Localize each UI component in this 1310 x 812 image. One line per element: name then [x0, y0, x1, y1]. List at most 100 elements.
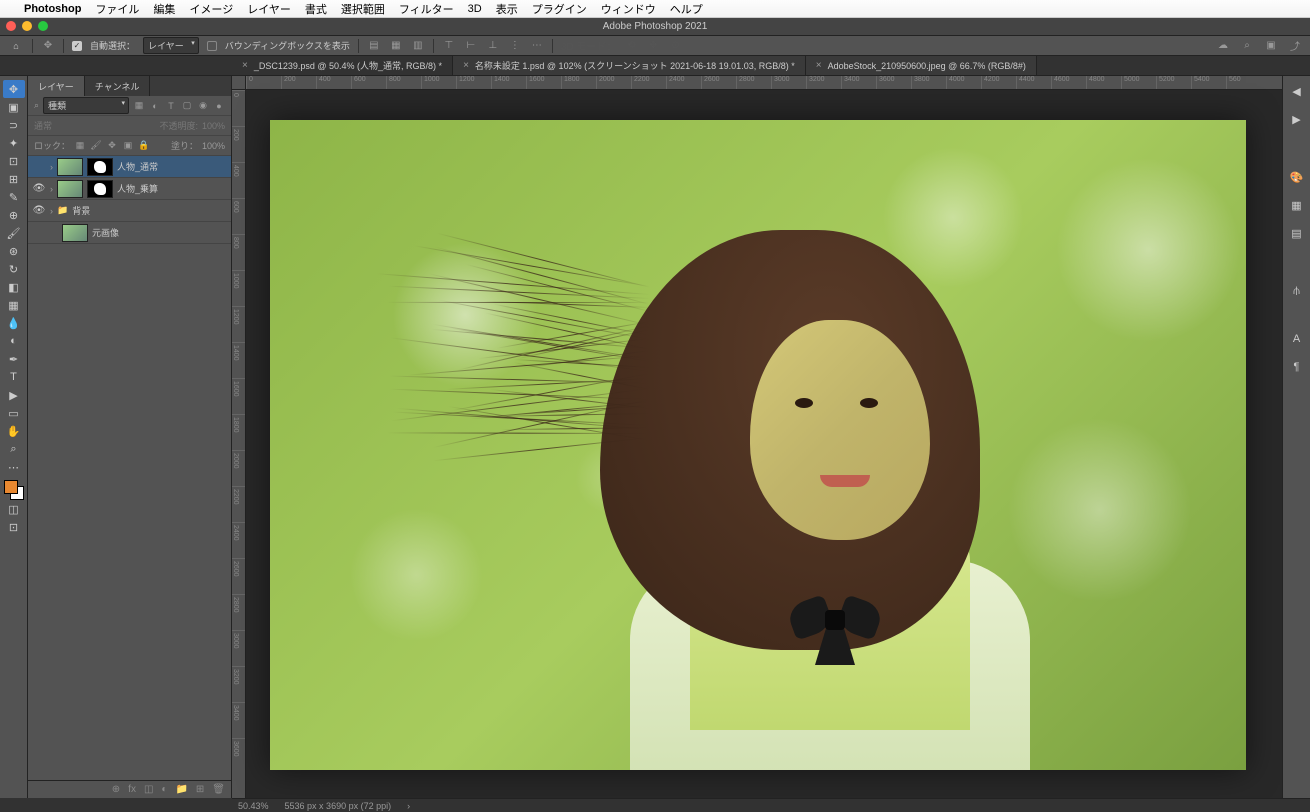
layer-name[interactable]: 元画像: [92, 226, 227, 239]
vertical-ruler[interactable]: 0200400600800100012001400160018002000220…: [232, 90, 246, 798]
auto-select-dropdown[interactable]: レイヤー: [143, 37, 199, 54]
layer-thumbnail[interactable]: [57, 180, 83, 198]
document-tab[interactable]: × AdobeStock_210950600.jpeg @ 66.7% (RGB…: [806, 56, 1037, 75]
more-options-icon[interactable]: ⋯: [530, 39, 544, 53]
play-icon[interactable]: ▶: [1288, 110, 1306, 128]
menu-filter[interactable]: フィルター: [399, 1, 454, 17]
swatches-panel-icon[interactable]: ▦: [1288, 196, 1306, 214]
menu-image[interactable]: イメージ: [189, 1, 233, 17]
move-tool-icon[interactable]: ✥: [41, 39, 55, 53]
adjustment-layer-icon[interactable]: ◐: [161, 784, 167, 795]
opacity-value[interactable]: 100%: [202, 121, 225, 131]
color-swatches[interactable]: [4, 480, 24, 500]
align-top-icon[interactable]: ⊤: [442, 39, 456, 53]
share-icon[interactable]: ⤴: [1288, 39, 1302, 53]
menu-3d[interactable]: 3D: [468, 3, 482, 15]
lock-pixels-icon[interactable]: 🖌: [90, 140, 102, 152]
ruler-origin[interactable]: [232, 76, 246, 90]
adjustments-panel-icon[interactable]: ⫛: [1288, 282, 1306, 300]
move-tool[interactable]: ✥: [3, 80, 25, 98]
quick-mask-tool[interactable]: ◫: [3, 500, 25, 518]
group-layers-icon[interactable]: 📁: [175, 784, 187, 795]
align-middle-icon[interactable]: ⊢: [464, 39, 478, 53]
visibility-toggle[interactable]: 👁: [32, 183, 46, 194]
paragraph-panel-icon[interactable]: ¶: [1288, 358, 1306, 376]
gradient-tool[interactable]: ▦: [3, 296, 25, 314]
expand-icon[interactable]: ›: [50, 162, 53, 172]
dodge-tool[interactable]: ◐: [3, 332, 25, 350]
menu-view[interactable]: 表示: [496, 1, 518, 17]
layer-name[interactable]: 人物_通常: [117, 160, 227, 173]
eraser-tool[interactable]: ◧: [3, 278, 25, 296]
status-chevron-icon[interactable]: ›: [407, 801, 410, 811]
lasso-tool[interactable]: ⊃: [3, 116, 25, 134]
edit-toolbar[interactable]: ⋯: [3, 458, 25, 476]
search-icon[interactable]: ⌕: [1240, 39, 1254, 53]
blur-tool[interactable]: 💧: [3, 314, 25, 332]
link-layers-icon[interactable]: ⊕: [112, 784, 120, 795]
distribute-icon[interactable]: ⋮: [508, 39, 522, 53]
bounding-box-checkbox[interactable]: [207, 41, 217, 51]
horizontal-ruler[interactable]: 0200400600800100012001400160018002000220…: [246, 76, 1282, 90]
expand-panels-icon[interactable]: ◀: [1288, 82, 1306, 100]
screen-mode-tool[interactable]: ⊡: [3, 518, 25, 536]
tab-layers[interactable]: レイヤー: [28, 76, 85, 96]
cloud-docs-icon[interactable]: ☁: [1216, 39, 1230, 53]
brush-tool[interactable]: 🖌: [3, 224, 25, 242]
lock-position-icon[interactable]: ✥: [106, 140, 118, 152]
align-center-icon[interactable]: ▦: [389, 39, 403, 53]
workspace-icon[interactable]: ▣: [1264, 39, 1278, 53]
menu-file[interactable]: ファイル: [95, 1, 139, 17]
frame-tool[interactable]: ⊞: [3, 170, 25, 188]
close-tab-icon[interactable]: ×: [242, 60, 248, 71]
character-panel-icon[interactable]: A: [1288, 330, 1306, 348]
auto-select-checkbox[interactable]: ✓: [72, 41, 82, 51]
layer-filter-dropdown[interactable]: 種類: [43, 97, 129, 114]
color-panel-icon[interactable]: 🎨: [1288, 168, 1306, 186]
rectangle-tool[interactable]: ▭: [3, 404, 25, 422]
layer-row[interactable]: 元画像: [28, 222, 231, 244]
close-tab-icon[interactable]: ×: [816, 60, 822, 71]
menu-type[interactable]: 書式: [305, 1, 327, 17]
layer-row[interactable]: 👁 › 人物_乗算: [28, 178, 231, 200]
zoom-level[interactable]: 50.43%: [238, 801, 269, 811]
layer-name[interactable]: 人物_乗算: [117, 182, 227, 195]
marquee-tool[interactable]: ▣: [3, 98, 25, 116]
type-tool[interactable]: T: [3, 368, 25, 386]
crop-tool[interactable]: ⊡: [3, 152, 25, 170]
eyedropper-tool[interactable]: ✎: [3, 188, 25, 206]
magic-wand-tool[interactable]: ✦: [3, 134, 25, 152]
menu-edit[interactable]: 編集: [153, 1, 175, 17]
foreground-color-swatch[interactable]: [4, 480, 18, 494]
fill-value[interactable]: 100%: [202, 141, 225, 151]
zoom-tool[interactable]: ⌕: [3, 440, 25, 458]
blend-mode-dropdown[interactable]: 通常: [34, 119, 155, 132]
align-bottom-icon[interactable]: ⊥: [486, 39, 500, 53]
menu-plugin[interactable]: プラグイン: [532, 1, 587, 17]
filter-pixel-icon[interactable]: ▦: [133, 100, 145, 112]
close-window-icon[interactable]: [6, 21, 16, 31]
lock-all-icon[interactable]: 🔒: [138, 140, 150, 152]
layer-row[interactable]: 👁 › 📁 背景: [28, 200, 231, 222]
align-left-icon[interactable]: ▤: [367, 39, 381, 53]
layer-mask-icon[interactable]: ◫: [144, 784, 153, 795]
clone-stamp-tool[interactable]: ⊛: [3, 242, 25, 260]
healing-brush-tool[interactable]: ⊕: [3, 206, 25, 224]
layer-row[interactable]: › 人物_通常: [28, 156, 231, 178]
pen-tool[interactable]: ✒: [3, 350, 25, 368]
layer-name[interactable]: 背景: [72, 204, 227, 217]
align-right-icon[interactable]: ▥: [411, 39, 425, 53]
lock-artboard-icon[interactable]: ▣: [122, 140, 134, 152]
layer-mask-thumbnail[interactable]: [87, 158, 113, 176]
path-selection-tool[interactable]: ▶: [3, 386, 25, 404]
lock-transparency-icon[interactable]: ▦: [74, 140, 86, 152]
app-name[interactable]: Photoshop: [24, 3, 81, 15]
filter-toggle-icon[interactable]: ●: [213, 100, 225, 112]
new-layer-icon[interactable]: ⊞: [196, 784, 204, 795]
visibility-toggle[interactable]: 👁: [32, 205, 46, 216]
gradients-panel-icon[interactable]: ▤: [1288, 224, 1306, 242]
home-button[interactable]: ⌂: [8, 38, 24, 54]
filter-smart-icon[interactable]: ◉: [197, 100, 209, 112]
document-dimensions[interactable]: 5536 px x 3690 px (72 ppi): [285, 801, 392, 811]
hand-tool[interactable]: ✋: [3, 422, 25, 440]
